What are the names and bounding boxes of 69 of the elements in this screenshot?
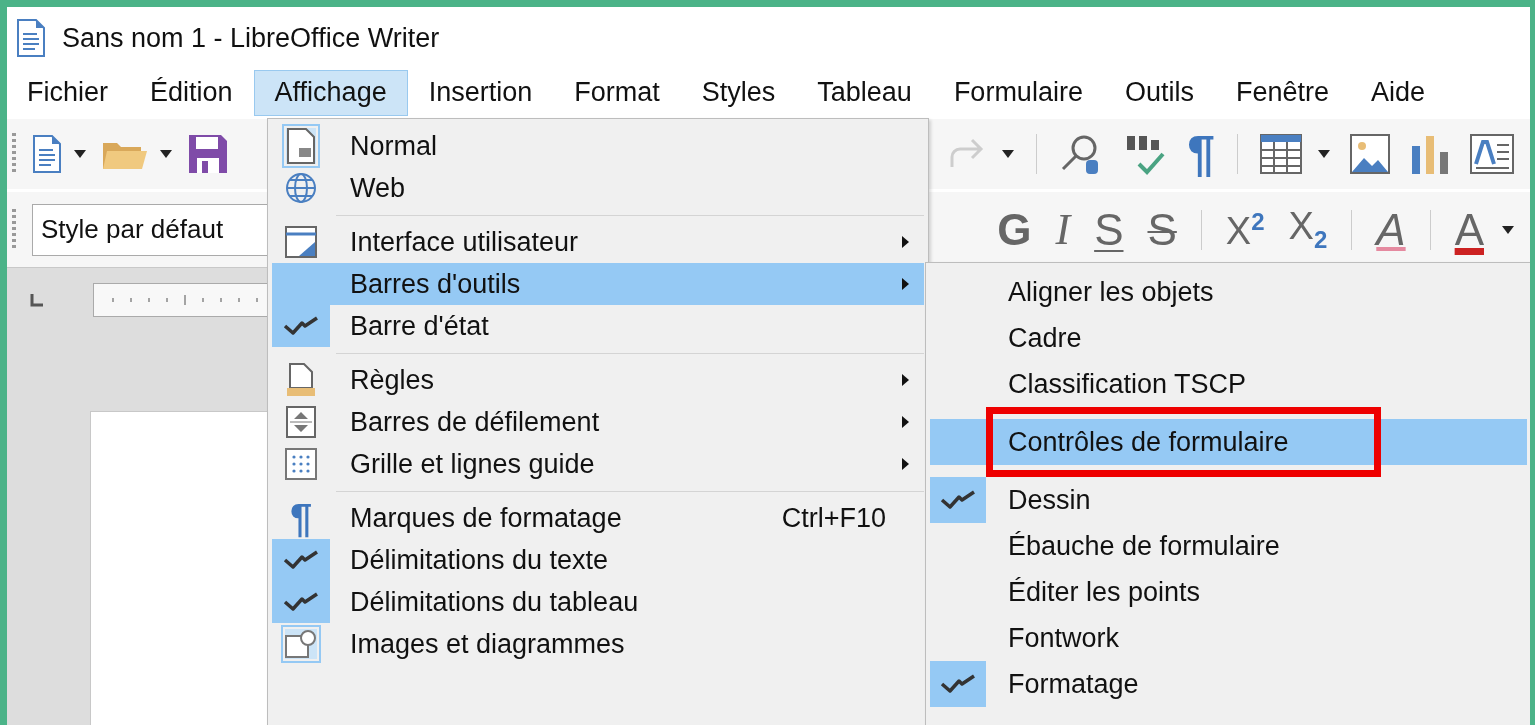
textbox-button[interactable]	[1468, 132, 1516, 176]
menu-item[interactable]: Édition	[129, 70, 254, 116]
dropdown-arrow-icon	[160, 150, 172, 158]
table-button[interactable]	[1258, 132, 1304, 176]
image-button[interactable]	[1348, 132, 1392, 176]
table-icon	[1260, 134, 1302, 174]
formatting-marks-button[interactable]: ¶	[1185, 127, 1217, 181]
menu-item[interactable]: Barre d'état	[272, 305, 924, 347]
dropdown-arrow-icon	[1002, 150, 1015, 158]
checkmark-icon	[283, 592, 319, 612]
checkmark-icon	[940, 674, 976, 694]
superscript-button[interactable]: X$^{2}$	[1221, 209, 1269, 250]
new-button[interactable]	[30, 133, 64, 175]
ruler-icon	[286, 363, 316, 397]
image-icon	[1350, 134, 1390, 174]
menu-item[interactable]: Barres de défilement	[272, 401, 924, 443]
text-box-icon	[1470, 134, 1514, 174]
subscript-button[interactable]: X$_{2}$	[1284, 207, 1332, 252]
checkmark-icon	[940, 490, 976, 510]
menu-item[interactable]: Styles	[680, 70, 797, 116]
document-icon	[32, 135, 62, 173]
menu-item[interactable]: Insertion	[407, 70, 554, 116]
menu-item[interactable]: Fontwork	[930, 615, 1527, 661]
menu-item[interactable]: Aide	[1350, 70, 1447, 116]
menu-item[interactable]: Règles	[272, 359, 924, 401]
checkmark-icon	[283, 316, 319, 336]
menu-item[interactable]: Éditer les points	[930, 569, 1527, 615]
menu-item[interactable]: Grille et lignes guide	[272, 443, 924, 485]
scroll-bar-icon	[286, 406, 316, 438]
globe-icon	[285, 172, 317, 204]
window-title: Sans nom 1 - LibreOffice Writer	[62, 22, 440, 54]
menu-item[interactable]: Classification TSCP	[930, 361, 1527, 407]
menu-item[interactable]: Fichier	[7, 70, 129, 116]
dropdown-arrow-icon	[74, 150, 86, 158]
tab-stop-icon[interactable]	[30, 293, 44, 307]
menu-item[interactable]: Formulaire	[932, 70, 1104, 116]
underline-button[interactable]: S	[1090, 207, 1128, 252]
menu-item[interactable]: Délimitations du texte	[272, 539, 924, 581]
menu-item[interactable]: Aligner les objets	[930, 269, 1527, 315]
pilcrow-icon: ¶	[289, 498, 313, 538]
menu-item[interactable]: Dessin	[930, 477, 1527, 523]
window-icon	[285, 226, 317, 258]
menu-item[interactable]: Format	[553, 70, 681, 116]
strikethrough-button[interactable]: S	[1143, 207, 1181, 252]
menu-item[interactable]: ¶ Marques de formatage Ctrl+F10	[272, 497, 924, 539]
dropdown-arrow-icon	[1318, 150, 1330, 158]
menu-item[interactable]: Normal	[272, 125, 924, 167]
menu-item[interactable]: Affichage	[253, 70, 408, 116]
checkmark-icon	[283, 550, 319, 570]
dropdown-arrow-icon	[1502, 225, 1514, 234]
menu-item[interactable]: Cadre	[930, 315, 1527, 361]
menu-item[interactable]: Fenêtre	[1214, 70, 1350, 116]
menu-item[interactable]: Ébauche de formulaire	[930, 523, 1527, 569]
document-icon	[16, 19, 46, 57]
menu-item[interactable]: Délimitations du tableau	[272, 581, 924, 623]
font-color-button[interactable]: A	[1450, 207, 1488, 252]
bold-button[interactable]: G	[993, 207, 1036, 252]
italic-button[interactable]: I	[1051, 207, 1075, 252]
menu-item[interactable]: Contrôles de formulaire	[930, 407, 1527, 477]
menu-item[interactable]: Tableau	[796, 70, 933, 116]
menu-item[interactable]: Outils	[1103, 70, 1215, 116]
dotted-grid-icon	[285, 448, 317, 480]
menu-item[interactable]: Barres d'outils	[272, 263, 924, 305]
menu-item[interactable]: Images et diagrammes	[272, 623, 924, 665]
bar-chart-icon	[1410, 134, 1450, 174]
shortcut-text: Ctrl+F10	[781, 502, 886, 534]
menu-item[interactable]: Formatage	[930, 661, 1527, 707]
save-button[interactable]	[186, 132, 230, 176]
clear-formatting-button[interactable]: A	[1372, 207, 1410, 252]
